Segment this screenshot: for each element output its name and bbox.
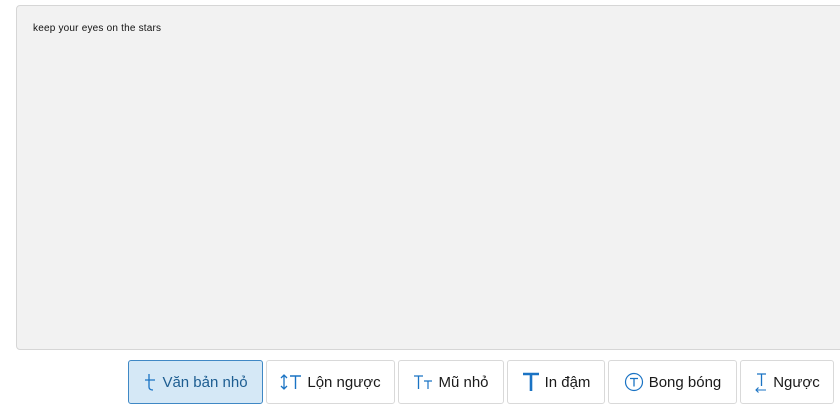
reverse-button[interactable]: Ngược: [740, 360, 834, 404]
reverse-label: Ngược: [773, 373, 820, 391]
upside-down-button[interactable]: Lộn ngược: [266, 360, 395, 404]
small-caps-button[interactable]: Mũ nhỏ: [398, 360, 504, 404]
bubble-label: Bong bóng: [648, 373, 722, 391]
text-editor[interactable]: keep your eyes on the stars: [16, 5, 840, 350]
small-text-button[interactable]: Văn bản nhỏ: [128, 360, 263, 404]
bold-label: In đậm: [544, 373, 591, 391]
bold-t-icon: [522, 371, 540, 393]
upside-down-label: Lộn ngược: [307, 373, 381, 391]
small-caps-icon: [413, 372, 433, 392]
bold-button[interactable]: In đậm: [507, 360, 605, 404]
small-text-icon: [143, 372, 157, 392]
small-caps-label: Mũ nhỏ: [438, 373, 489, 391]
upside-down-icon: [280, 372, 302, 392]
small-text-label: Văn bản nhỏ: [162, 373, 248, 391]
reverse-t-icon: [754, 371, 768, 393]
editor-text: keep your eyes on the stars: [33, 23, 162, 34]
bubble-button[interactable]: Bong bóng: [608, 360, 737, 404]
bubble-t-icon: [624, 372, 644, 392]
